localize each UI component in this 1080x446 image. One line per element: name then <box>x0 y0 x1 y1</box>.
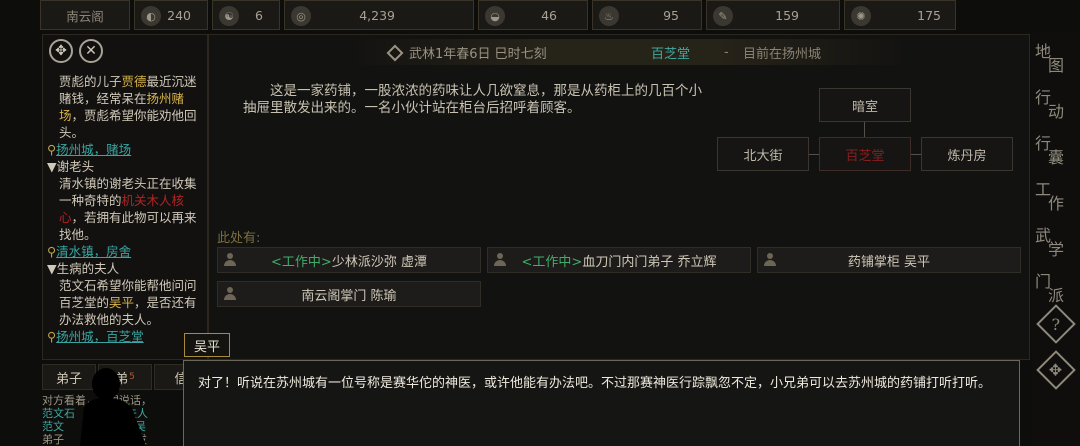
location-panel: 武林1年春6日 巳时七刻 百芝堂 - 目前在扬州城 这是一家药铺，一股浓浓的药味… <box>208 34 1030 360</box>
quest-entry-sick-wife: 范文石希望你能帮他问问百芝堂的吴平，是否还有办法救他的夫人。 <box>59 278 197 327</box>
martial-arts-button[interactable]: 武学 <box>1035 220 1076 260</box>
pin-icon: ⚲ <box>47 142 57 157</box>
sect-name-badge[interactable]: 南云阁 <box>40 0 130 30</box>
action-button[interactable]: 行动 <box>1035 82 1076 122</box>
location-name: 百芝堂 <box>651 46 691 62</box>
quest-list: 贾彪的儿子贾德最近沉迷赌钱，经常呆在扬州赌场，贾彪希望你能劝他回头。 ⚲扬州城，… <box>47 73 207 345</box>
diamond-icon <box>386 44 404 61</box>
coin-icon: ◎ <box>291 6 311 26</box>
dialogue-box[interactable]: 对了！听说在苏州城有一位号称是赛华佗的神医，或许他能有办法吧。不过那赛神医行踪飘… <box>183 360 1020 446</box>
stat-brush: ✎ 159 <box>706 0 840 30</box>
brush-icon: ✎ <box>713 6 733 26</box>
stat-food: ◒ 46 <box>478 0 588 30</box>
sect-button[interactable]: 门派 <box>1035 266 1076 306</box>
speaker-portrait <box>80 368 146 446</box>
yinyang-icon: ☯ <box>219 6 239 26</box>
expand-icon[interactable]: ✥ <box>49 39 73 63</box>
stat-yinyang: ☯ 6 <box>212 0 280 30</box>
location-header: 武林1年春6日 巳时七刻 百芝堂 - 目前在扬州城 <box>359 39 899 65</box>
food-bowl-icon: ◒ <box>485 6 505 26</box>
bag-button[interactable]: 行囊 <box>1035 128 1076 168</box>
stat-value: 46 <box>541 7 557 23</box>
stat-value: 159 <box>775 7 799 23</box>
stat-value: 6 <box>255 7 263 23</box>
stat-herb: ♨ 95 <box>592 0 702 30</box>
npc-status-tag: <工作中> <box>521 254 583 270</box>
pin-icon: ⚲ <box>47 244 57 259</box>
current-city: 目前在扬州城 <box>743 46 822 62</box>
tiger-icon: ✺ <box>851 6 871 26</box>
map-connector <box>911 154 921 155</box>
quest-entry-jiade: 贾彪的儿子贾德最近沉迷赌钱，经常呆在扬州赌场，贾彪希望你能劝他回头。 <box>59 74 197 140</box>
stat-value: 4,239 <box>359 7 395 23</box>
quest-panel: ✥ ✕ 贾彪的儿子贾德最近沉迷赌钱，经常呆在扬州赌场，贾彪希望你能劝他回头。 ⚲… <box>42 34 208 360</box>
npc-name: 吴平 <box>109 295 135 310</box>
sect-name: 南云阁 <box>66 8 104 24</box>
map-node-west[interactable]: 北大街 <box>717 137 809 171</box>
npc-button[interactable]: <工作中> 血刀门内门弟子 乔立辉 <box>487 247 751 273</box>
speaker-name: 吴平 <box>184 333 230 357</box>
person-icon <box>224 287 236 301</box>
npc-status-tag: <工作中> <box>271 254 332 270</box>
npc-name: 少林派沙弥 虚潭 <box>331 254 427 270</box>
stat-coins: ◎ 4,239 <box>284 0 474 30</box>
pin-icon: ⚲ <box>47 329 57 344</box>
reputation-icon: ◐ <box>141 6 161 26</box>
npc-name: 南云阁掌门 陈瑜 <box>301 288 397 304</box>
npc-button[interactable]: 药铺掌柜 吴平 <box>757 247 1021 273</box>
separator: - <box>724 44 729 60</box>
quest-location-link[interactable]: ⚲扬州城，百芝堂 <box>47 328 207 345</box>
stat-value: 95 <box>663 7 679 23</box>
map-node-north[interactable]: 暗室 <box>819 88 911 122</box>
quest-entry-xie: 清水镇的谢老头正在收集一种奇特的机关木人核心，若拥有此物可以再来找他。 <box>59 176 197 242</box>
settings-icon[interactable]: ✥ <box>1036 350 1076 390</box>
work-button[interactable]: 工作 <box>1035 174 1076 214</box>
herb-icon: ♨ <box>599 6 619 26</box>
npc-name: 血刀门内门弟子 乔立辉 <box>582 254 717 270</box>
quest-location-link[interactable]: ⚲扬州城，赌场 <box>47 141 207 158</box>
map-node-current: 百芝堂 <box>819 137 911 171</box>
map-node-east[interactable]: 炼丹房 <box>921 137 1013 171</box>
person-icon <box>764 253 776 267</box>
here-label: 此处有: <box>217 231 261 246</box>
side-menu: 地图 行动 行囊 工作 武学 门派 ? ✥ <box>1032 32 1080 446</box>
map-button[interactable]: 地图 <box>1035 36 1076 76</box>
stat-reputation: ◐ 240 <box>134 0 208 30</box>
quest-title[interactable]: ▼谢老头 <box>47 158 207 175</box>
map-connector <box>809 154 819 155</box>
person-icon <box>494 253 506 267</box>
resource-bar: 南云阁 ◐ 240 ☯ 6 ◎ 4,239 ◒ 46 ♨ 95 ✎ 159 ✺ 175 <box>40 0 1030 32</box>
stat-tiger: ✺ 175 <box>844 0 956 30</box>
location-description: 这是一家药铺，一股浓浓的药味让人几欲窒息，那是从药柜上的几百个小抽屉里散发出来的… <box>243 83 702 116</box>
stat-value: 240 <box>167 7 191 23</box>
quest-location-link[interactable]: ⚲清水镇，房舍 <box>47 243 207 260</box>
npc-button[interactable]: <工作中> 少林派沙弥 虚潭 <box>217 247 481 273</box>
npc-name: 贾德 <box>121 74 147 89</box>
npc-name: 药铺掌柜 吴平 <box>847 254 931 270</box>
game-date: 武林1年春6日 巳时七刻 <box>386 43 547 62</box>
npc-button[interactable]: 南云阁掌门 陈瑜 <box>217 281 481 307</box>
quest-title[interactable]: ▼生病的夫人 <box>47 260 207 277</box>
close-icon[interactable]: ✕ <box>79 39 103 63</box>
help-icon[interactable]: ? <box>1036 304 1076 344</box>
dialogue-text: 对了！听说在苏州城有一位号称是赛华佗的神医，或许他能有办法吧。不过那赛神医行踪飘… <box>198 376 992 391</box>
stat-value: 175 <box>917 7 941 23</box>
person-icon <box>224 253 236 267</box>
